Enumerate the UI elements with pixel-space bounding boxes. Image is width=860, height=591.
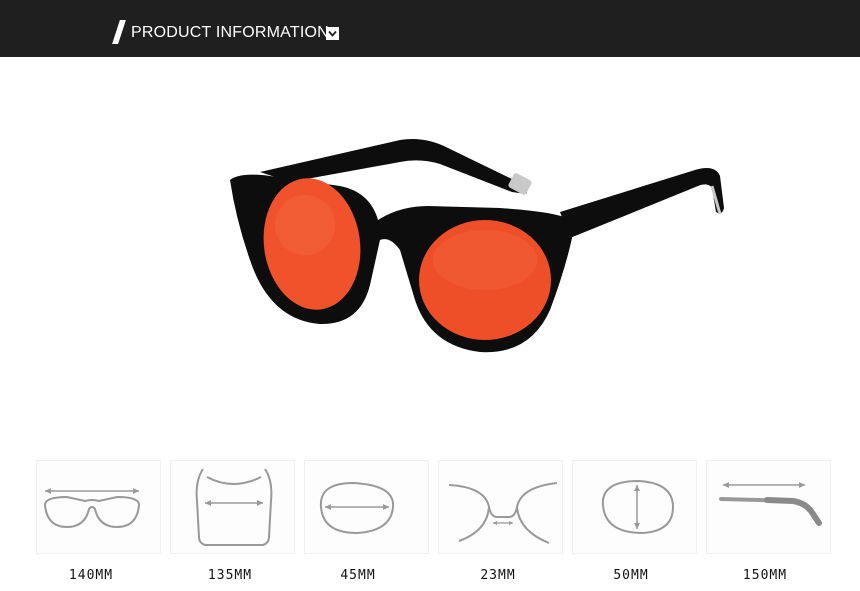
header-bar: PRODUCT INFORMATION xyxy=(0,0,860,57)
slash-decoration xyxy=(112,20,126,44)
frame-width-icon xyxy=(36,460,161,554)
temple-length-icon xyxy=(706,460,831,554)
frame-height-label: 135MM xyxy=(207,568,253,583)
lens-width-icon xyxy=(304,460,429,554)
sunglasses-image xyxy=(230,139,724,353)
lens-width-label: 45MM xyxy=(340,568,376,583)
lens-height-label: 50MM xyxy=(613,568,649,583)
lens-height-icon xyxy=(572,460,697,554)
frame-width-label: 140MM xyxy=(68,568,114,583)
bridge-width-icon xyxy=(438,460,563,554)
frame-height-icon xyxy=(170,460,295,554)
measurements-panel xyxy=(36,460,832,554)
bridge-width-label: 23MM xyxy=(480,568,516,583)
chevron-down-icon[interactable] xyxy=(326,27,339,40)
section-title: PRODUCT INFORMATION xyxy=(131,24,329,41)
temple-length-label: 150MM xyxy=(742,568,788,583)
